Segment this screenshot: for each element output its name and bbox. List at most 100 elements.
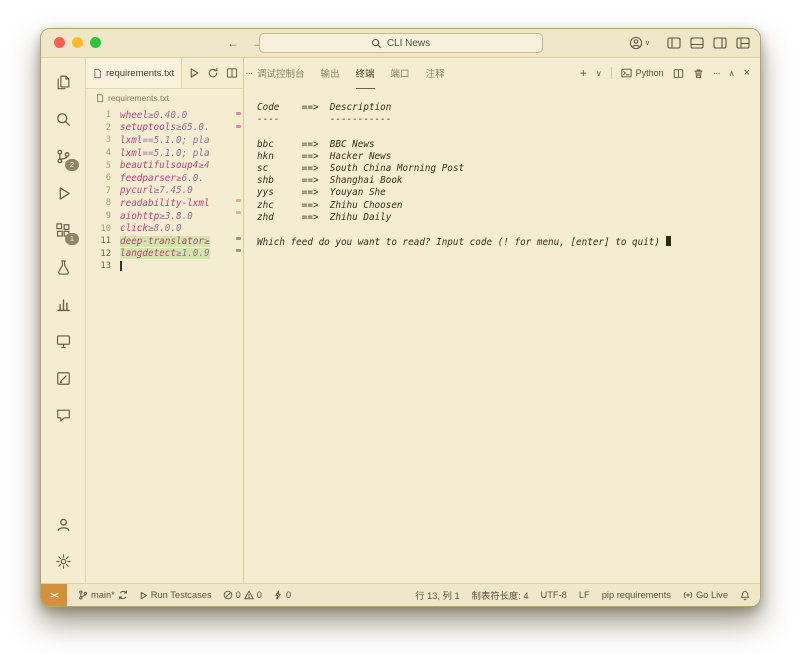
- split-editor-icon[interactable]: [226, 67, 238, 79]
- search-icon: [55, 111, 72, 128]
- toggle-secondary-sidebar-icon[interactable]: [713, 37, 727, 49]
- line-number: 6: [86, 173, 120, 183]
- maximize-panel-icon[interactable]: ∧: [729, 69, 735, 78]
- status-bar: >< main* Run Testcases 0 0 0 行 13,: [41, 583, 760, 606]
- terminal-cursor: [666, 236, 672, 246]
- tab-label: requirements.txt: [106, 68, 174, 79]
- branch-name: main*: [91, 590, 115, 600]
- tab-requirements-txt[interactable]: requirements.txt: [86, 58, 182, 88]
- error-icon: [223, 590, 233, 600]
- rerun-icon[interactable]: [207, 67, 219, 79]
- line-number: 2: [86, 123, 120, 133]
- panel-tab-output[interactable]: 输出: [321, 58, 340, 89]
- code-line: wheel≥0.40.0: [120, 110, 187, 121]
- close-window-button[interactable]: [54, 37, 65, 48]
- breadcrumb[interactable]: requirements.txt: [86, 89, 243, 107]
- command-center-search[interactable]: CLI News: [259, 33, 543, 53]
- new-terminal-icon[interactable]: +: [580, 66, 587, 80]
- terminal-line: sc ==> South China Morning Post: [257, 163, 750, 175]
- edit-box-icon: [55, 370, 72, 387]
- line-number: 8: [86, 198, 120, 208]
- remote-icon: ><: [50, 591, 57, 600]
- accounts-button[interactable]: [51, 513, 75, 535]
- go-live-button[interactable]: Go Live: [683, 590, 728, 600]
- minimize-window-button[interactable]: [72, 37, 83, 48]
- notifications-bell[interactable]: [740, 590, 750, 601]
- run-file-icon[interactable]: [188, 67, 200, 79]
- code-line: lxml==5.1.0; pla: [120, 135, 210, 146]
- encoding-status[interactable]: UTF-8: [541, 590, 567, 600]
- sidebar-item-explorer[interactable]: [51, 71, 75, 93]
- code-line: aiohttp≥3.8.0: [120, 211, 193, 222]
- panel-actions: + ∨ Python ··· ∧ ×: [580, 66, 750, 80]
- eol-status[interactable]: LF: [579, 590, 590, 600]
- go-live-label: Go Live: [696, 590, 728, 600]
- sidebar-item-search[interactable]: [51, 108, 75, 130]
- branch-status[interactable]: main*: [78, 589, 128, 601]
- lightning-icon: [273, 590, 283, 600]
- sidebar-item-run-debug[interactable]: [51, 182, 75, 204]
- line-number: 5: [86, 161, 120, 171]
- ports-status[interactable]: 0: [273, 590, 291, 600]
- toggle-primary-sidebar-icon[interactable]: [667, 37, 681, 49]
- sidebar-item-edit-session[interactable]: [51, 367, 75, 389]
- account-menu[interactable]: ∨: [629, 36, 650, 50]
- terminal-output[interactable]: Code ==> Description ---- ----------- bb…: [244, 89, 760, 584]
- code-editor[interactable]: 1wheel≥0.40.0 2setuptools≥65.0. 3lxml==5…: [86, 107, 243, 584]
- panel-tab-ports[interactable]: 端口: [391, 58, 410, 89]
- sidebar-item-extensions[interactable]: 1: [51, 219, 75, 241]
- back-icon[interactable]: ←: [227, 36, 239, 50]
- run-testcases-button[interactable]: Run Testcases: [139, 590, 212, 600]
- split-terminal-icon[interactable]: [673, 68, 684, 79]
- search-icon: [371, 38, 382, 49]
- language-mode[interactable]: pip requirements: [602, 590, 671, 600]
- sidebar-item-comments[interactable]: [51, 404, 75, 426]
- panel-tab-terminal[interactable]: 终端: [356, 58, 375, 89]
- cursor-position[interactable]: 行 13, 列 1: [415, 588, 459, 602]
- error-count: 0: [236, 590, 241, 600]
- settings-button[interactable]: [51, 550, 75, 572]
- customize-layout-icon[interactable]: [736, 37, 750, 49]
- sidebar-item-source-control[interactable]: 2: [51, 145, 75, 167]
- titlebar-actions: ∨: [629, 29, 750, 57]
- terminal-profile-chevron-icon[interactable]: ∨: [596, 69, 602, 78]
- warning-count: 0: [257, 590, 262, 600]
- panel-more-icon[interactable]: ···: [713, 68, 720, 79]
- kill-terminal-icon[interactable]: [693, 68, 704, 79]
- terminal-line: bbc ==> BBC News: [257, 139, 750, 151]
- breadcrumb-file: requirements.txt: [108, 93, 169, 103]
- toggle-panel-icon[interactable]: [690, 37, 704, 49]
- remote-explorer-icon: [55, 333, 72, 350]
- encoding-label: UTF-8: [541, 590, 567, 600]
- comments-icon: [55, 407, 72, 424]
- workbench: 2 1: [41, 58, 760, 584]
- terminal-prompt: Which feed do you want to read? Input co…: [257, 237, 666, 248]
- command-center-title: CLI News: [387, 38, 430, 49]
- account-icon: [55, 516, 72, 533]
- terminal-line: zhc ==> Zhihu Choosen: [257, 200, 750, 212]
- panel-tab-debug-console[interactable]: 调试控制台: [257, 58, 305, 89]
- sidebar-item-resource-monitor[interactable]: [51, 293, 75, 315]
- problems-status[interactable]: 0 0: [223, 590, 262, 600]
- status-right: 行 13, 列 1 制表符长度: 4 UTF-8 LF pip requirem…: [415, 588, 760, 602]
- sidebar-item-testing[interactable]: [51, 256, 75, 278]
- code-line-cursor: [120, 261, 122, 272]
- overview-ruler: [236, 109, 242, 584]
- source-control-badge: 2: [65, 159, 79, 171]
- panel-tab-comments[interactable]: 注释: [426, 58, 445, 89]
- code-line: lxml==5.1.0; pla: [120, 148, 210, 159]
- close-panel-icon[interactable]: ×: [744, 67, 750, 79]
- line-number: 12: [86, 249, 120, 259]
- chevron-down-icon: ∨: [645, 39, 650, 47]
- sidebar-item-remote-explorer[interactable]: [51, 330, 75, 352]
- panel: 调试控制台 输出 终端 端口 注释 + ∨ Python: [244, 58, 760, 584]
- code-line-selected: deep-translator≥: [120, 236, 210, 247]
- indentation-status[interactable]: 制表符长度: 4: [472, 588, 529, 602]
- testing-flask-icon: [55, 259, 72, 276]
- terminal-instance-python[interactable]: Python: [621, 68, 664, 78]
- line-number: 3: [86, 135, 120, 145]
- code-line: beautifulsoup4≥4: [120, 160, 210, 171]
- zoom-window-button[interactable]: [90, 37, 101, 48]
- code-line: pycurl≥7.45.0: [120, 185, 193, 196]
- remote-indicator[interactable]: ><: [41, 584, 67, 606]
